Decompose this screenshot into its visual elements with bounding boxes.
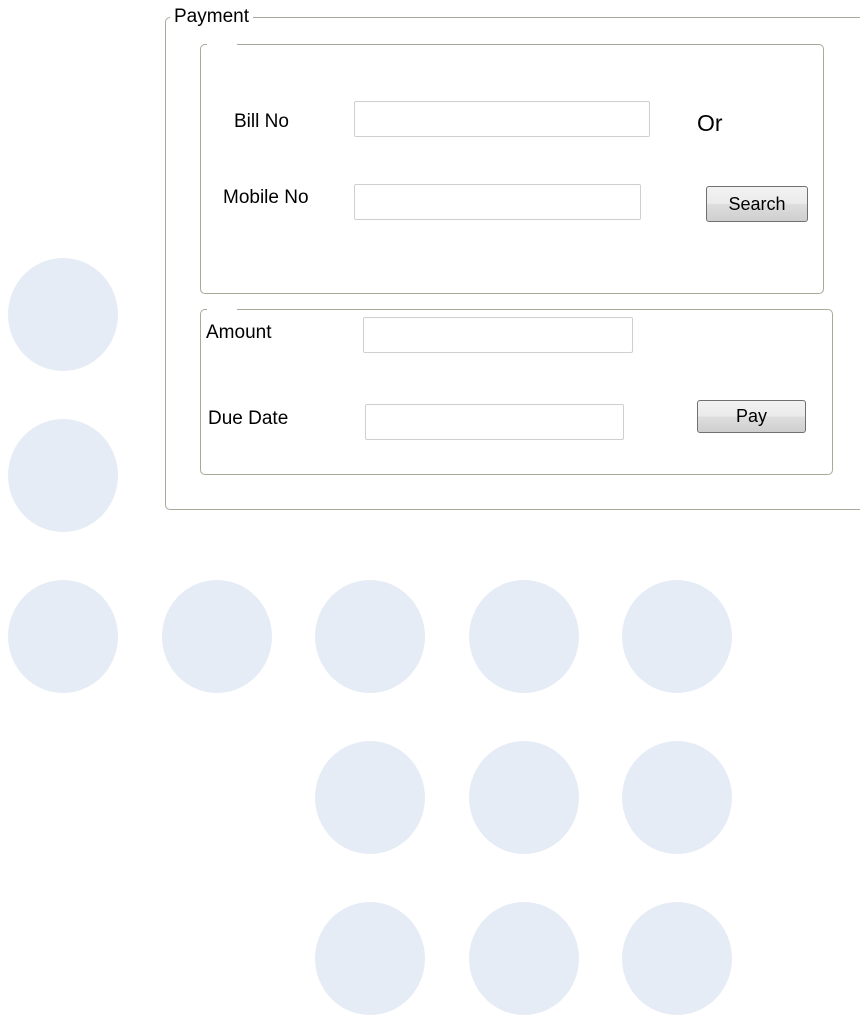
background-dot bbox=[315, 580, 425, 693]
amount-input[interactable] bbox=[363, 317, 633, 353]
bill-no-label: Bill No bbox=[234, 111, 289, 132]
mobile-no-input[interactable] bbox=[354, 184, 641, 220]
mobile-no-label: Mobile No bbox=[223, 187, 309, 208]
search-button[interactable]: Search bbox=[706, 186, 808, 222]
background-dot bbox=[8, 258, 118, 371]
or-label: Or bbox=[697, 110, 723, 136]
background-dot bbox=[469, 741, 579, 854]
due-date-input[interactable] bbox=[365, 404, 624, 440]
payment-groupbox-title: Payment bbox=[170, 6, 253, 28]
search-groupbox-gap bbox=[207, 43, 237, 46]
search-groupbox bbox=[200, 44, 824, 294]
background-dot bbox=[622, 741, 732, 854]
due-date-label: Due Date bbox=[208, 408, 289, 429]
background-dot bbox=[469, 902, 579, 1015]
background-dot bbox=[315, 741, 425, 854]
background-dot bbox=[622, 902, 732, 1015]
background-dot bbox=[469, 580, 579, 693]
background-dot bbox=[162, 580, 272, 693]
bill-no-input[interactable] bbox=[354, 101, 650, 137]
background-dot bbox=[8, 419, 118, 532]
amount-label: Amount bbox=[206, 322, 272, 343]
background-dot bbox=[315, 902, 425, 1015]
background-dot bbox=[8, 580, 118, 693]
background-dot bbox=[622, 580, 732, 693]
pay-groupbox-gap bbox=[207, 308, 237, 311]
pay-button[interactable]: Pay bbox=[697, 400, 806, 433]
